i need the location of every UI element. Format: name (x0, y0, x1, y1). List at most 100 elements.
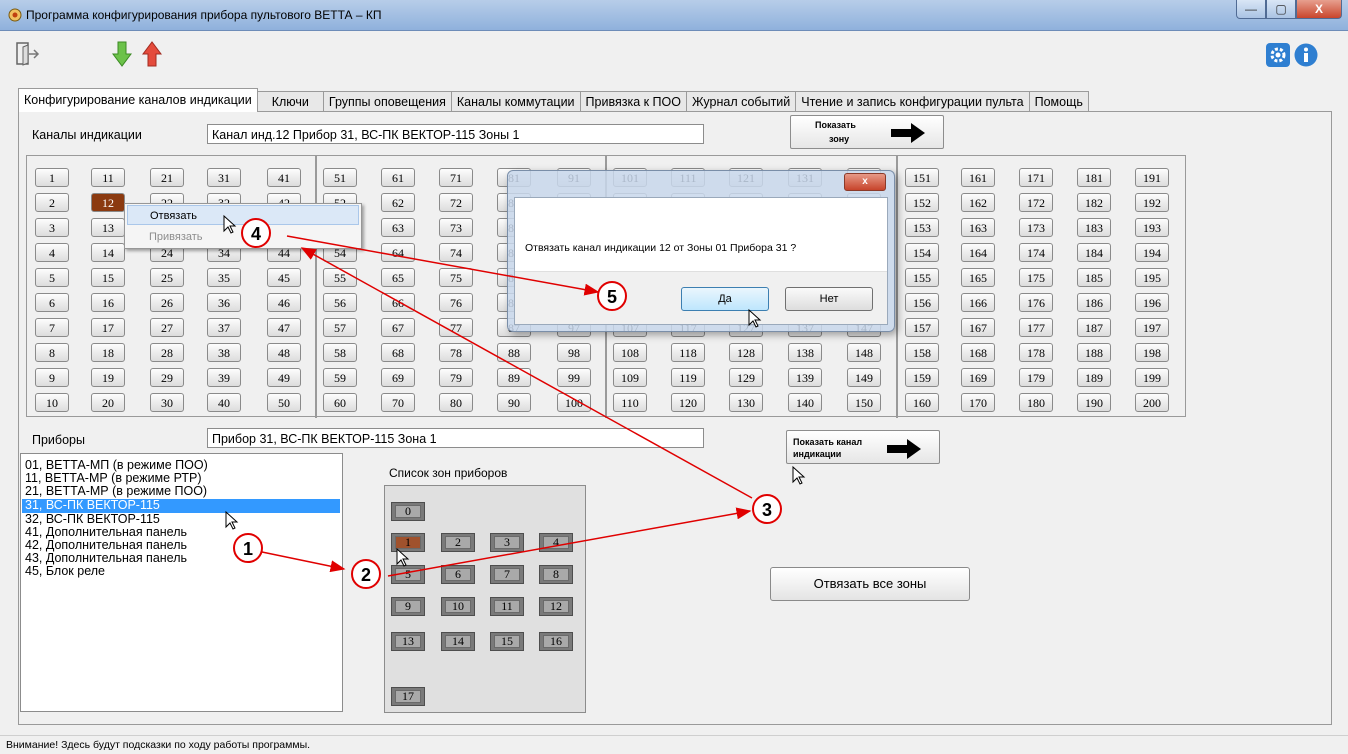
channel-button-90[interactable]: 90 (497, 393, 531, 412)
channel-button-189[interactable]: 189 (1077, 368, 1111, 387)
channel-button-88[interactable]: 88 (497, 343, 531, 362)
channel-button-61[interactable]: 61 (381, 168, 415, 187)
channel-button-181[interactable]: 181 (1077, 168, 1111, 187)
channel-button-71[interactable]: 71 (439, 168, 473, 187)
settings-gear-icon[interactable] (1266, 43, 1290, 67)
show-channel-button[interactable]: Показать канал индикации (786, 430, 940, 464)
tab-indication-channels[interactable]: Конфигурирование каналов индикации (18, 88, 258, 112)
zone-button-13[interactable]: 13 (391, 632, 425, 651)
channel-button-75[interactable]: 75 (439, 268, 473, 287)
channel-button-118[interactable]: 118 (671, 343, 705, 362)
yes-button[interactable]: Да (681, 287, 769, 311)
channel-button-153[interactable]: 153 (905, 218, 939, 237)
channel-button-183[interactable]: 183 (1077, 218, 1111, 237)
channel-button-25[interactable]: 25 (150, 268, 184, 287)
channel-button-150[interactable]: 150 (847, 393, 881, 412)
channel-button-98[interactable]: 98 (557, 343, 591, 362)
channel-button-15[interactable]: 15 (91, 268, 125, 287)
channel-button-21[interactable]: 21 (150, 168, 184, 187)
close-button[interactable]: X (1296, 0, 1342, 19)
channel-button-160[interactable]: 160 (905, 393, 939, 412)
upload-arrow-icon[interactable] (142, 41, 162, 67)
channel-button-12[interactable]: 12 (91, 193, 125, 212)
no-button[interactable]: Нет (785, 287, 873, 311)
channel-button-120[interactable]: 120 (671, 393, 705, 412)
channel-button-200[interactable]: 200 (1135, 393, 1169, 412)
channel-button-180[interactable]: 180 (1019, 393, 1053, 412)
channel-button-39[interactable]: 39 (207, 368, 241, 387)
channel-button-170[interactable]: 170 (961, 393, 995, 412)
channel-button-177[interactable]: 177 (1019, 318, 1053, 337)
channel-button-70[interactable]: 70 (381, 393, 415, 412)
channel-button-20[interactable]: 20 (91, 393, 125, 412)
channel-button-58[interactable]: 58 (323, 343, 357, 362)
channel-button-110[interactable]: 110 (613, 393, 647, 412)
channel-button-51[interactable]: 51 (323, 168, 357, 187)
channel-button-179[interactable]: 179 (1019, 368, 1053, 387)
channel-button-13[interactable]: 13 (91, 218, 125, 237)
channel-button-72[interactable]: 72 (439, 193, 473, 212)
list-item[interactable]: 21, ВЕТТА-МР (в режиме ПОО) (25, 485, 207, 498)
channel-button-187[interactable]: 187 (1077, 318, 1111, 337)
tab-event-log[interactable]: Журнал событий (686, 91, 797, 112)
channel-button-186[interactable]: 186 (1077, 293, 1111, 312)
channel-button-10[interactable]: 10 (35, 393, 69, 412)
channel-button-63[interactable]: 63 (381, 218, 415, 237)
channel-button-69[interactable]: 69 (381, 368, 415, 387)
channel-button-64[interactable]: 64 (381, 243, 415, 262)
channel-button-99[interactable]: 99 (557, 368, 591, 387)
channel-button-45[interactable]: 45 (267, 268, 301, 287)
channel-button-18[interactable]: 18 (91, 343, 125, 362)
channel-button-169[interactable]: 169 (961, 368, 995, 387)
channel-button-172[interactable]: 172 (1019, 193, 1053, 212)
tab-switch-channels[interactable]: Каналы коммутации (450, 91, 581, 112)
zone-button-7[interactable]: 7 (490, 565, 524, 584)
unbind-all-zones-button[interactable]: Отвязать все зоны (770, 567, 970, 601)
channel-button-27[interactable]: 27 (150, 318, 184, 337)
zone-button-11[interactable]: 11 (490, 597, 524, 616)
channel-button-163[interactable]: 163 (961, 218, 995, 237)
channel-button-197[interactable]: 197 (1135, 318, 1169, 337)
channel-button-7[interactable]: 7 (35, 318, 69, 337)
channel-button-31[interactable]: 31 (207, 168, 241, 187)
zone-button-8[interactable]: 8 (539, 565, 573, 584)
channel-button-29[interactable]: 29 (150, 368, 184, 387)
channel-button-11[interactable]: 11 (91, 168, 125, 187)
tab-help[interactable]: Помощь (1028, 91, 1089, 112)
channel-button-68[interactable]: 68 (381, 343, 415, 362)
channel-button-182[interactable]: 182 (1077, 193, 1111, 212)
channel-button-157[interactable]: 157 (905, 318, 939, 337)
info-icon[interactable] (1294, 43, 1318, 67)
channel-button-162[interactable]: 162 (961, 193, 995, 212)
zone-button-10[interactable]: 10 (441, 597, 475, 616)
channel-button-191[interactable]: 191 (1135, 168, 1169, 187)
channel-button-192[interactable]: 192 (1135, 193, 1169, 212)
channel-button-57[interactable]: 57 (323, 318, 357, 337)
channel-button-9[interactable]: 9 (35, 368, 69, 387)
channel-button-167[interactable]: 167 (961, 318, 995, 337)
zone-button-14[interactable]: 14 (441, 632, 475, 651)
channel-button-14[interactable]: 14 (91, 243, 125, 262)
channel-button-108[interactable]: 108 (613, 343, 647, 362)
channel-button-178[interactable]: 178 (1019, 343, 1053, 362)
channel-button-154[interactable]: 154 (905, 243, 939, 262)
channel-button-175[interactable]: 175 (1019, 268, 1053, 287)
zone-button-5[interactable]: 5 (391, 565, 425, 584)
channel-button-155[interactable]: 155 (905, 268, 939, 287)
channel-button-66[interactable]: 66 (381, 293, 415, 312)
channel-button-174[interactable]: 174 (1019, 243, 1053, 262)
download-arrow-icon[interactable] (112, 41, 132, 67)
channel-button-2[interactable]: 2 (35, 193, 69, 212)
show-zone-button[interactable]: Показать зону (790, 115, 944, 149)
zone-button-12[interactable]: 12 (539, 597, 573, 616)
channel-button-196[interactable]: 196 (1135, 293, 1169, 312)
channel-button-38[interactable]: 38 (207, 343, 241, 362)
list-item[interactable]: 45, Блок реле (25, 565, 105, 578)
channel-button-194[interactable]: 194 (1135, 243, 1169, 262)
channel-button-152[interactable]: 152 (905, 193, 939, 212)
channel-button-17[interactable]: 17 (91, 318, 125, 337)
channel-button-1[interactable]: 1 (35, 168, 69, 187)
list-item-selected[interactable]: 31, ВС-ПК ВЕКТОР-115 (22, 499, 340, 513)
channel-button-168[interactable]: 168 (961, 343, 995, 362)
channel-button-193[interactable]: 193 (1135, 218, 1169, 237)
